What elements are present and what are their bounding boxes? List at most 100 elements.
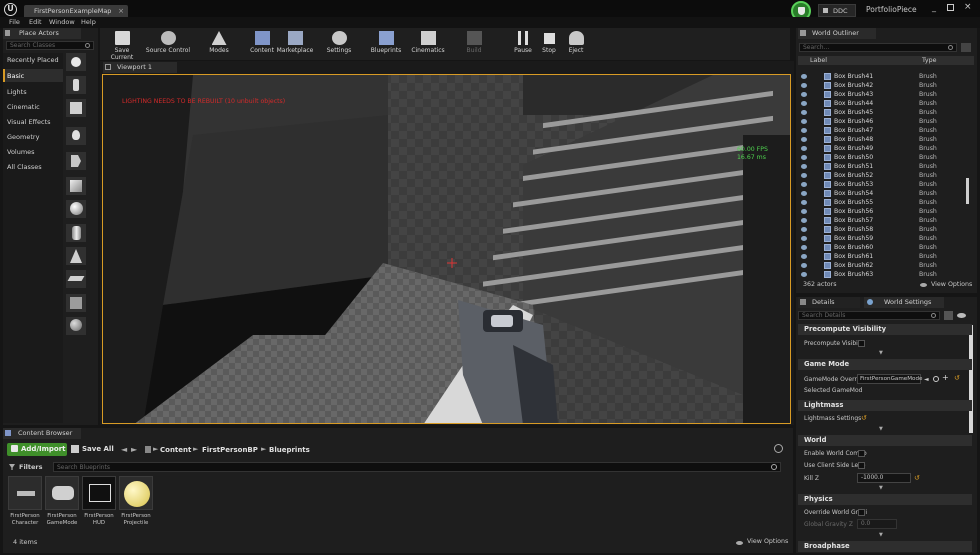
breadcrumb-firstpersonbp[interactable]: FirstPersonBP — [202, 446, 258, 454]
outliner-row[interactable]: Box Brush54 Brush — [800, 189, 972, 198]
menu-window[interactable]: Window — [49, 17, 75, 28]
outliner-row[interactable]: Box Brush47 Brush — [800, 126, 972, 135]
cylinder-icon[interactable] — [66, 224, 86, 242]
category-cinematic[interactable]: Cinematic — [7, 103, 40, 111]
details-eye-icon[interactable] — [957, 313, 966, 318]
filters-button[interactable]: Filters — [7, 462, 51, 472]
section-game-mode[interactable]: Game Mode — [798, 359, 972, 370]
visibility-eye-icon[interactable] — [801, 173, 807, 178]
breadcrumb-content[interactable]: Content — [160, 446, 191, 454]
outliner-row[interactable]: Box Brush48 Brush — [800, 135, 972, 144]
box-trigger-icon[interactable] — [66, 294, 86, 312]
outliner-row[interactable]: Box Brush51 Brush — [800, 162, 972, 171]
category-basic[interactable]: Basic — [7, 72, 24, 80]
visibility-eye-icon[interactable] — [801, 245, 807, 250]
chevron-down-icon[interactable]: ▼ — [879, 426, 883, 432]
marketplace-button[interactable]: Marketplace — [276, 31, 314, 54]
category-visual-effects[interactable]: Visual Effects — [7, 118, 51, 126]
outliner-col-label[interactable]: Label — [810, 56, 827, 65]
content-view-options[interactable]: View Options — [747, 538, 788, 545]
add-import-button[interactable]: Add/Import — [7, 443, 67, 456]
place-actors-search[interactable]: Search Classes — [6, 41, 94, 50]
visibility-eye-icon[interactable] — [801, 263, 807, 268]
details-search[interactable]: Search Details — [798, 311, 940, 320]
details-scrollbar[interactable] — [969, 325, 973, 433]
category-geometry[interactable]: Geometry — [7, 133, 39, 141]
minimize-icon[interactable]: _ — [932, 3, 936, 12]
world-settings-tab[interactable]: World Settings — [864, 297, 944, 308]
reset-icon[interactable]: ↺ — [954, 374, 960, 382]
outliner-row[interactable]: Box Brush43 Brush — [800, 90, 972, 99]
section-physics[interactable]: Physics — [798, 494, 972, 505]
browse-icon[interactable]: ◄ — [924, 376, 929, 383]
pawn-actor-icon[interactable] — [66, 99, 86, 117]
settings-button[interactable]: Settings — [324, 31, 354, 54]
visibility-eye-icon[interactable] — [801, 83, 807, 88]
content-button[interactable]: Content — [247, 31, 277, 54]
visibility-eye-icon[interactable] — [801, 128, 807, 133]
source-control-button[interactable]: Source Control — [144, 31, 192, 54]
build-button[interactable]: Build — [462, 31, 486, 54]
outliner-row[interactable]: Box Brush59 Brush — [800, 234, 972, 243]
outliner-row[interactable]: Box Brush49 Brush — [800, 144, 972, 153]
point-light-icon[interactable] — [66, 127, 86, 145]
menu-help[interactable]: Help — [81, 17, 96, 28]
visibility-eye-icon[interactable] — [801, 137, 807, 142]
outliner-row[interactable]: Box Brush63 Brush — [800, 270, 972, 279]
outliner-row[interactable]: Box Brush58 Brush — [800, 225, 972, 234]
save-current-button[interactable]: Save Current — [103, 31, 141, 61]
world-outliner-tab[interactable]: World Outliner — [798, 28, 876, 39]
asset-thumb-gamemode[interactable] — [45, 476, 79, 510]
pause-button[interactable]: Pause — [510, 31, 536, 54]
enable-world-composition-checkbox[interactable] — [858, 450, 865, 457]
character-actor-icon[interactable] — [66, 76, 86, 94]
viewport-scene[interactable]: LIGHTING NEEDS TO BE REBUILT (10 unbuilt… — [102, 74, 791, 424]
category-lights[interactable]: Lights — [7, 88, 27, 96]
visibility-eye-icon[interactable] — [801, 182, 807, 187]
global-gravity-input[interactable]: 0.0 — [857, 519, 897, 529]
visibility-eye-icon[interactable] — [801, 119, 807, 124]
back-arrow-icon[interactable]: ◄ — [121, 445, 127, 454]
visibility-eye-icon[interactable] — [801, 218, 807, 223]
section-broadphase[interactable]: Broadphase — [798, 541, 972, 552]
chevron-down-icon[interactable]: ▼ — [879, 532, 883, 538]
category-volumes[interactable]: Volumes — [7, 148, 35, 156]
blueprints-button[interactable]: Blueprints — [368, 31, 404, 54]
close-icon[interactable]: × — [118, 7, 124, 15]
sphere-icon[interactable] — [66, 200, 86, 218]
override-world-gravity-checkbox[interactable] — [858, 509, 865, 516]
chevron-down-icon[interactable]: ▼ — [879, 485, 883, 491]
visibility-eye-icon[interactable] — [801, 272, 807, 277]
outliner-row[interactable]: Box Brush55 Brush — [800, 198, 972, 207]
plane-icon[interactable] — [66, 270, 86, 288]
outliner-row[interactable]: Box Brush50 Brush — [800, 153, 972, 162]
forward-arrow-icon[interactable]: ► — [131, 445, 137, 454]
cinematics-button[interactable]: Cinematics — [409, 31, 447, 54]
find-icon[interactable] — [933, 376, 939, 382]
save-all-button[interactable]: Save All — [69, 443, 117, 456]
category-recently-placed[interactable]: Recently Placed — [7, 56, 59, 64]
maximize-icon[interactable] — [947, 4, 954, 11]
menu-edit[interactable]: Edit — [29, 17, 42, 28]
place-actors-tab[interactable]: Place Actors — [3, 28, 81, 39]
visibility-eye-icon[interactable] — [801, 101, 807, 106]
outliner-view-options[interactable]: View Options — [931, 281, 972, 288]
visibility-eye-icon[interactable] — [801, 200, 807, 205]
use-client-side-level-checkbox[interactable] — [858, 462, 865, 469]
breadcrumb-blueprints[interactable]: Blueprints — [269, 446, 310, 454]
prop-lightmass-settings[interactable]: Lightmass Settings — [804, 415, 861, 422]
visibility-eye-icon[interactable] — [801, 254, 807, 259]
visibility-eye-icon[interactable] — [801, 236, 807, 241]
blueprints-search[interactable]: Search Blueprints — [53, 462, 781, 472]
prop-selected-gamemode[interactable]: Selected GameMod — [804, 387, 862, 394]
cube-icon[interactable] — [66, 177, 86, 195]
outliner-search[interactable]: Search... — [799, 43, 957, 52]
outliner-row[interactable]: Box Brush52 Brush — [800, 171, 972, 180]
modes-button[interactable]: Modes — [203, 31, 235, 54]
visibility-eye-icon[interactable] — [801, 209, 807, 214]
reset-icon[interactable]: ↺ — [861, 414, 867, 422]
visibility-eye-icon[interactable] — [801, 191, 807, 196]
outliner-row[interactable]: Box Brush53 Brush — [800, 180, 972, 189]
section-world[interactable]: World — [798, 435, 972, 446]
history-icon[interactable] — [774, 444, 783, 453]
